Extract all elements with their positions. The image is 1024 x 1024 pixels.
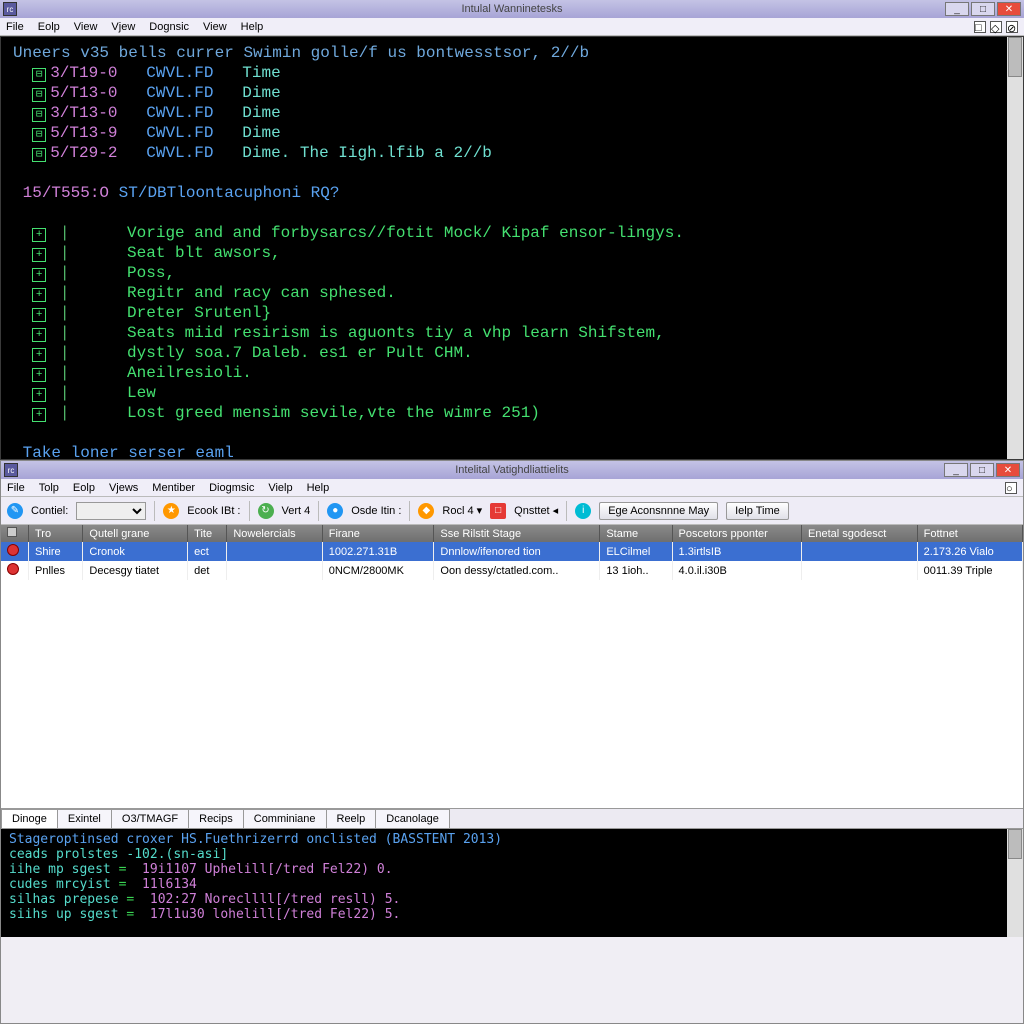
bottom-tabs: DinogeExintelO3/TMAGFRecipsComminianeRee… — [1, 809, 1023, 829]
tab-dinoge[interactable]: Dinoge — [1, 809, 58, 828]
ege-button[interactable]: Ege Aconsnnne May — [599, 502, 718, 520]
tab-comminiane[interactable]: Comminiane — [243, 809, 327, 828]
col-header[interactable]: Firane — [322, 525, 434, 542]
osde-icon[interactable]: ● — [327, 503, 343, 519]
menu2-eolp[interactable]: Eolp — [73, 482, 95, 494]
table-wrap: TroQutell graneTiteNowelercialsFiraneSse… — [1, 525, 1023, 809]
osde-label: Osde Itin : — [351, 505, 401, 517]
table-row[interactable]: PnllesDecesgy tiatetdet0NCM/2800MKOon de… — [1, 561, 1023, 580]
bottom-title: Intelital Vatighdliattielits — [455, 464, 569, 476]
table-row[interactable]: ShireCronokect1002.271.31BDnnlow/ifenore… — [1, 542, 1023, 561]
row-status-icon — [7, 563, 19, 575]
vert-icon[interactable]: ↻ — [258, 503, 274, 519]
data-table: TroQutell graneTiteNowelercialsFiraneSse… — [1, 525, 1023, 580]
telp-button[interactable]: Ielp Time — [726, 502, 789, 520]
bottom-window: rc Intelital Vatighdliattielits _ □ ✕ Fi… — [0, 460, 1024, 1024]
rocl-label: Rocl 4 ▾ — [442, 504, 482, 517]
top-titlebar: rc Intulal Wanninetesks _ □ ✕ — [0, 0, 1024, 18]
menu2-tolp[interactable]: Tolp — [39, 482, 59, 494]
menu2-file[interactable]: File — [7, 482, 25, 494]
menu-dognsic[interactable]: Dognsic — [149, 21, 189, 33]
col-header[interactable]: Sse Rilstit Stage — [434, 525, 600, 542]
col-header[interactable]: Tro — [29, 525, 83, 542]
app-icon-2: rc — [4, 463, 18, 477]
toolbar-glyph-3[interactable]: ⊘ — [1006, 21, 1018, 33]
menu-view2[interactable]: View — [203, 21, 227, 33]
menu2-diogmsic[interactable]: Diogmsic — [209, 482, 254, 494]
menu-eolp[interactable]: Eolp — [38, 21, 60, 33]
maximize-button-2[interactable]: □ — [970, 463, 994, 477]
menu-vjew[interactable]: Vjew — [111, 21, 135, 33]
menu2-help[interactable]: Help — [307, 482, 330, 494]
terminal-pane: Uneers v35 bells currer Swimin golle/f u… — [0, 36, 1024, 460]
col-header[interactable]: Fottnet — [917, 525, 1022, 542]
console-pane: Stageroptinsed croxer HS.Fuethrizerrd on… — [1, 829, 1023, 937]
close-button[interactable]: ✕ — [997, 2, 1021, 16]
console-scroll-thumb[interactable] — [1008, 829, 1022, 859]
col-header[interactable] — [1, 525, 29, 542]
close-button-2[interactable]: ✕ — [996, 463, 1020, 477]
menu-file[interactable]: File — [6, 21, 24, 33]
col-header[interactable]: Enetal sgodesct — [802, 525, 918, 542]
ecook-label: Ecook IBt : — [187, 505, 240, 517]
onsttet-label: Qnsttet ◂ — [514, 504, 558, 517]
contiel-label: Contiel: — [31, 505, 68, 517]
bottom-menubar: File Tolp Eolp Vjews Mentiber Diogmsic V… — [1, 479, 1023, 497]
tab-recips[interactable]: Recips — [188, 809, 244, 828]
tab-exintel[interactable]: Exintel — [57, 809, 112, 828]
menu2-mentiber[interactable]: Mentiber — [152, 482, 195, 494]
col-header[interactable]: Stame — [600, 525, 672, 542]
app-icon: rc — [3, 2, 17, 16]
ecook-icon[interactable]: ★ — [163, 503, 179, 519]
onsttet-icon[interactable]: □ — [490, 503, 506, 519]
vert-label: Vert 4 — [282, 505, 311, 517]
toolbar-glyph-1[interactable]: □ — [974, 21, 986, 33]
table-header-row: TroQutell graneTiteNowelercialsFiraneSse… — [1, 525, 1023, 542]
minimize-button[interactable]: _ — [945, 2, 969, 16]
top-title: Intulal Wanninetesks — [461, 3, 562, 15]
console-scrollbar[interactable] — [1007, 829, 1023, 937]
contiel-select[interactable] — [76, 502, 146, 520]
menu2-vjews[interactable]: Vjews — [109, 482, 138, 494]
info-icon[interactable]: i — [575, 503, 591, 519]
menu-help[interactable]: Help — [241, 21, 264, 33]
terminal-scroll-thumb[interactable] — [1008, 37, 1022, 77]
toolbar: ✎ Contiel: ★ Ecook IBt : ↻ Vert 4 ● Osde… — [1, 497, 1023, 525]
toolbar-glyph-2[interactable]: ◇ — [990, 21, 1002, 33]
col-header[interactable]: Tite — [188, 525, 227, 542]
table-body: ShireCronokect1002.271.31BDnnlow/ifenore… — [1, 542, 1023, 580]
tab-o3/tmagf[interactable]: O3/TMAGF — [111, 809, 189, 828]
col-header[interactable]: Nowelercials — [227, 525, 322, 542]
col-header[interactable]: Poscetors pponter — [672, 525, 802, 542]
console-content: Stageroptinsed croxer HS.Fuethrizerrd on… — [9, 832, 1015, 922]
menu-view[interactable]: View — [74, 21, 98, 33]
minimize-button-2[interactable]: _ — [944, 463, 968, 477]
rocl-icon[interactable]: ◆ — [418, 503, 434, 519]
terminal-scrollbar[interactable] — [1007, 37, 1023, 459]
corner-icon[interactable]: ○ — [1005, 482, 1017, 494]
tab-dcanolage[interactable]: Dcanolage — [375, 809, 450, 828]
row-status-icon — [7, 544, 19, 556]
wand-icon[interactable]: ✎ — [7, 503, 23, 519]
tab-reelp[interactable]: Reelp — [326, 809, 377, 828]
terminal-content: Uneers v35 bells currer Swimin golle/f u… — [13, 43, 1011, 460]
bottom-titlebar: rc Intelital Vatighdliattielits _ □ ✕ — [1, 461, 1023, 479]
menu2-vielp[interactable]: Vielp — [268, 482, 292, 494]
maximize-button[interactable]: □ — [971, 2, 995, 16]
top-menubar: File Eolp View Vjew Dognsic View Help □ … — [0, 18, 1024, 36]
col-header[interactable]: Qutell grane — [83, 525, 188, 542]
